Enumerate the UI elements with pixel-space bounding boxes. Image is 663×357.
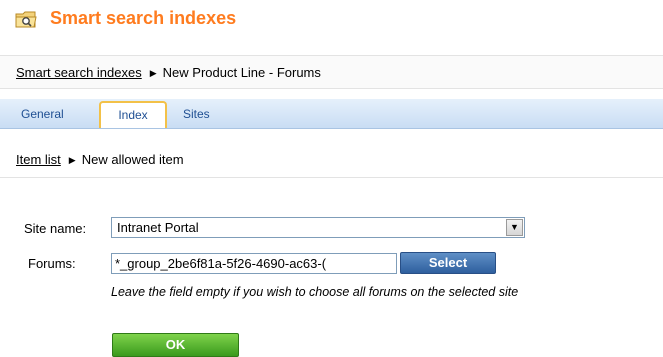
site-name-value: Intranet Portal	[117, 220, 199, 235]
breadcrumb-link-smart-search-indexes[interactable]: Smart search indexes	[16, 65, 142, 80]
page-title: Smart search indexes	[50, 8, 237, 28]
folder-search-icon	[15, 11, 37, 28]
breadcrumb-arrow-icon: ▶	[149, 68, 157, 78]
tab-bar: General Index Sites	[0, 99, 663, 129]
tab-index[interactable]: Index	[99, 101, 167, 128]
site-name-label: Site name:	[24, 221, 87, 236]
ok-button[interactable]: OK	[112, 333, 239, 357]
forums-input[interactable]: *_group_2be6f81a-5f26-4690-ac63-(	[111, 253, 397, 274]
site-name-select[interactable]: Intranet Portal ▼	[111, 217, 525, 238]
select-forums-button[interactable]: Select	[400, 252, 496, 274]
forums-hint: Leave the field empty if you wish to cho…	[111, 285, 519, 299]
forums-label: Forums:	[28, 256, 76, 271]
tab-general[interactable]: General	[21, 107, 64, 121]
breadcrumb-link-item-list[interactable]: Item list	[16, 152, 61, 167]
page-header: Smart search indexes	[0, 0, 663, 38]
breadcrumb-current: New allowed item	[81, 152, 184, 167]
sub-breadcrumb: Item list ▶ New allowed item	[0, 148, 663, 178]
tab-sites[interactable]: Sites	[183, 107, 210, 121]
breadcrumb-arrow-icon: ▶	[68, 155, 76, 165]
chevron-down-icon[interactable]: ▼	[506, 219, 523, 236]
forums-input-value: *_group_2be6f81a-5f26-4690-ac63-(	[115, 256, 327, 271]
breadcrumb-current: New Product Line - Forums	[162, 65, 321, 80]
breadcrumb: Smart search indexes ▶ New Product Line - …	[0, 55, 663, 89]
